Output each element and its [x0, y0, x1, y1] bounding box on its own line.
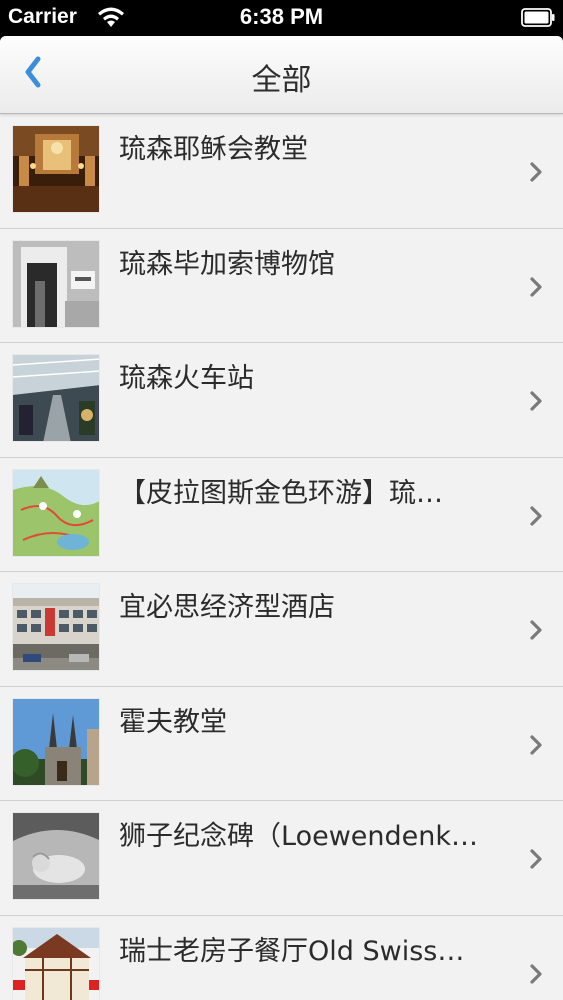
place-list: 琉森耶稣会教堂 琉森毕加索博物馆 琉森火车站 【皮拉图斯金色环游】琉… 宜必思经… [0, 114, 563, 1000]
list-item[interactable]: 狮子纪念碑（Loewendenk… [0, 801, 563, 916]
list-item-label: 霍夫教堂 [119, 706, 227, 738]
thumbnail-image [12, 468, 100, 557]
list-item[interactable]: 琉森耶稣会教堂 [0, 114, 563, 229]
thumbnail-image [12, 697, 100, 786]
list-item[interactable]: 琉森毕加索博物馆 [0, 228, 563, 343]
navigation-bar: 全部 [0, 36, 563, 114]
list-item-label: 宜必思经济型酒店 [119, 592, 335, 623]
thumbnail-image [12, 239, 100, 328]
chevron-right-icon [530, 505, 542, 526]
page-title: 全部 [251, 63, 312, 98]
list-item[interactable]: 瑞士老房子餐厅Old Swiss… [0, 915, 563, 1000]
chevron-right-icon [530, 162, 542, 182]
list-item[interactable]: 【皮拉图斯金色环游】琉… [0, 457, 563, 572]
chevron-right-icon [530, 391, 542, 411]
chevron-right-icon [530, 963, 542, 984]
status-bar: Carrier 6:38 PM [0, 0, 563, 36]
chevron-right-icon [530, 620, 542, 640]
list-item-label: 琉森火车站 [119, 363, 254, 394]
list-item[interactable]: 琉森火车站 [0, 343, 563, 458]
thumbnail-image [12, 354, 100, 442]
list-item-label: 琉森耶稣会教堂 [119, 134, 308, 165]
chevron-right-icon [530, 276, 542, 297]
list-item[interactable]: 宜必思经济型酒店 [0, 572, 563, 687]
list-item[interactable]: 霍夫教堂 [0, 686, 563, 801]
thumbnail-image [12, 812, 100, 900]
chevron-right-icon [530, 849, 542, 869]
list-item-label: 【皮拉图斯金色环游】琉… [119, 477, 443, 509]
thumbnail-image [12, 926, 100, 1000]
app-window: 全部 琉森耶稣会教堂 琉森毕加索博物馆 琉森火车站 【皮拉图斯金色环游】琉… 宜… [0, 36, 563, 1000]
list-item-label: 狮子纪念碑（Loewendenk… [119, 821, 479, 852]
thumbnail-image [12, 125, 100, 213]
thumbnail-image [12, 583, 100, 671]
status-time: 6:38 PM [239, 4, 324, 29]
battery-icon [521, 8, 555, 27]
list-item-label: 瑞士老房子餐厅Old Swiss… [119, 935, 465, 967]
list-item-label: 琉森毕加索博物馆 [119, 248, 335, 280]
chevron-right-icon [530, 734, 542, 755]
